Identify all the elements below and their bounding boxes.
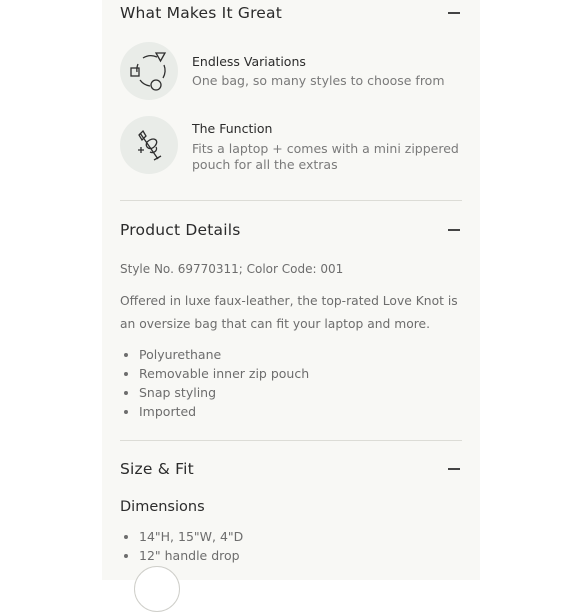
list-item: 12" handle drop: [120, 546, 243, 565]
section-header-product-details[interactable]: Product Details: [120, 217, 462, 243]
collapse-icon[interactable]: [448, 468, 460, 470]
product-description: Offered in luxe faux-leather, the top-ra…: [120, 294, 458, 331]
list-item: Snap styling: [120, 383, 309, 402]
collapse-icon[interactable]: [448, 12, 460, 14]
section-title-size-fit: Size & Fit: [120, 460, 194, 478]
laptop-bag-icon: [120, 116, 178, 174]
section-header-size-fit[interactable]: Size & Fit: [120, 456, 462, 482]
feature-description: One bag, so many styles to choose from: [192, 73, 445, 88]
dimensions-bullet-list: 14"H, 15"W, 4"D 12" handle drop: [120, 527, 243, 565]
section-divider: [120, 200, 462, 201]
section-divider: [120, 440, 462, 441]
section-title-great: What Makes It Great: [120, 4, 283, 22]
section-header-what-makes-it-great[interactable]: What Makes It Great: [120, 0, 462, 26]
list-item: Polyurethane: [120, 345, 309, 364]
dimensions-title: Dimensions: [120, 499, 205, 515]
details-bullet-list: Polyurethane Removable inner zip pouch S…: [120, 345, 309, 421]
section-title-details: Product Details: [120, 221, 241, 239]
feature-title: Endless Variations: [192, 54, 306, 69]
size-guide-icon[interactable]: [134, 566, 180, 612]
list-item: 14"H, 15"W, 4"D: [120, 527, 243, 546]
cycle-shapes-icon: [120, 42, 178, 100]
list-item: Removable inner zip pouch: [120, 364, 309, 383]
list-item: Imported: [120, 402, 309, 421]
style-number: Style No. 69770311; Color Code: 001: [120, 262, 344, 276]
feature-the-function: The Function Fits a laptop + comes with …: [120, 116, 462, 176]
feature-description: Fits a laptop + comes with a mini zipper…: [192, 141, 459, 172]
feature-endless-variations: Endless Variations One bag, so many styl…: [120, 42, 462, 102]
feature-title: The Function: [192, 121, 273, 136]
collapse-icon[interactable]: [448, 229, 460, 231]
